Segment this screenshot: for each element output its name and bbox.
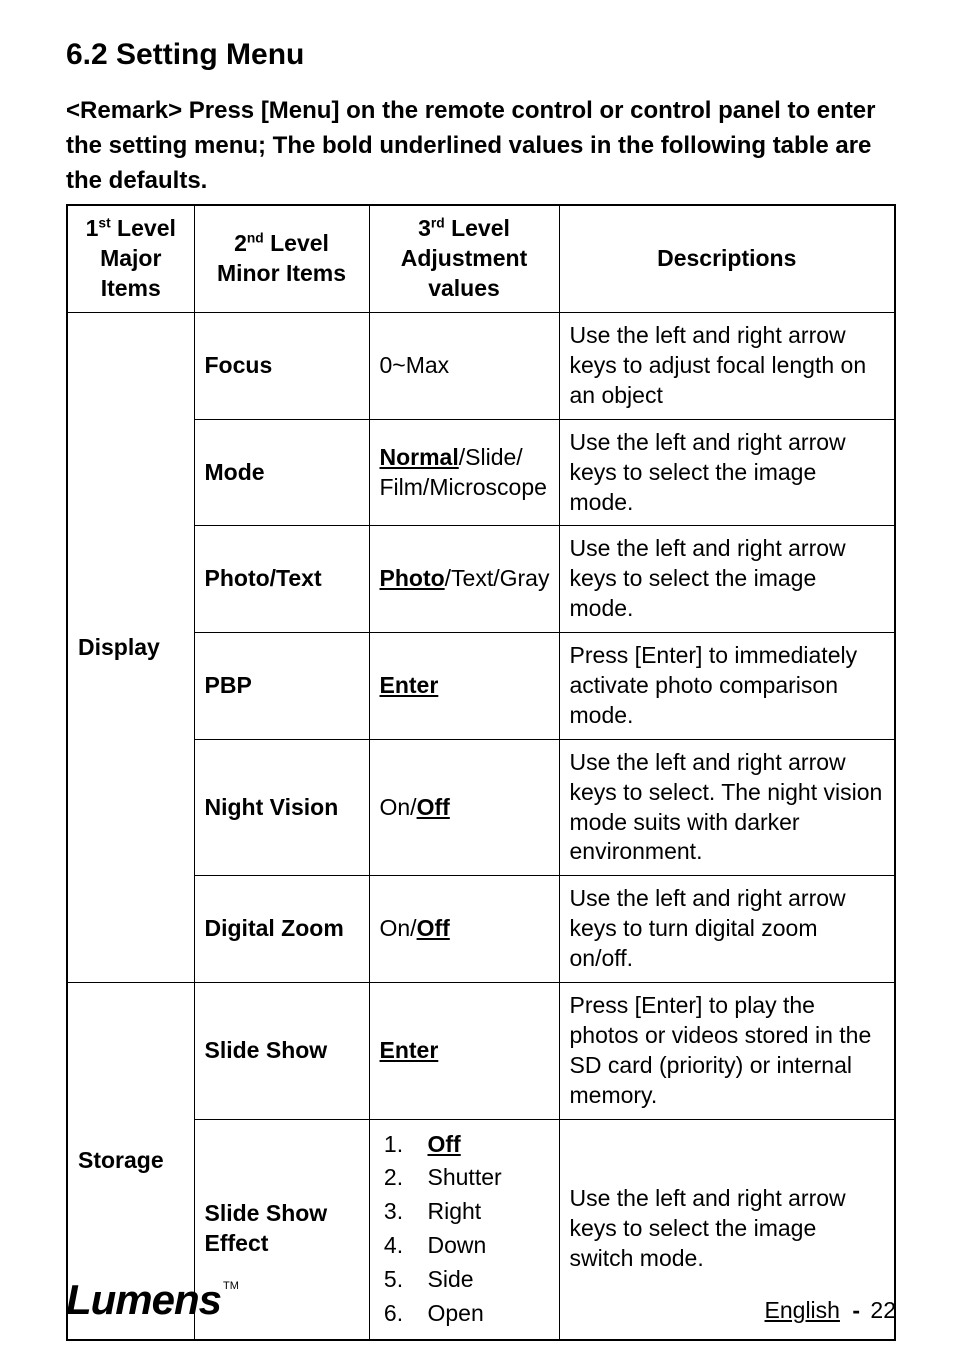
description-cell: Press [Enter] to play the photos or vide… [559, 982, 895, 1119]
major-cell-display: Display [67, 313, 194, 983]
header-sup: nd [247, 231, 264, 246]
table-row: Storage Slide Show Enter Press [Enter] t… [67, 982, 895, 1119]
adjustment-cell: Photo/Text/Gray [369, 526, 559, 633]
language-label: English [765, 1297, 840, 1323]
adj-option: Shutter [428, 1164, 502, 1190]
adjustment-cell: On/Off [369, 876, 559, 983]
adjustment-cell: Enter [369, 982, 559, 1119]
header-text: 2 [234, 230, 247, 256]
minor-cell: Night Vision [194, 739, 369, 876]
col-header-major: 1st Level Major Items [67, 205, 194, 312]
adj-plain: 0~Max [380, 352, 450, 378]
header-sup: rd [431, 216, 445, 231]
list-item: Down [410, 1229, 549, 1263]
col-header-description: Descriptions [559, 205, 895, 312]
minor-cell: Focus [194, 313, 369, 420]
document-page: 6.2 Setting Menu <Remark> Press [Menu] o… [0, 0, 954, 1354]
adj-plain: On/ [380, 794, 417, 820]
page-num: 22 [870, 1297, 896, 1323]
dash: - [846, 1297, 866, 1323]
adj-default: Enter [380, 672, 439, 698]
adj-default: Off [417, 915, 450, 941]
description-cell: Press [Enter] to immediately activate ph… [559, 633, 895, 740]
adj-default: Normal [380, 444, 459, 470]
header-text: 3 [418, 215, 431, 241]
page-number: English - 22 [765, 1297, 896, 1324]
adj-default: Off [417, 794, 450, 820]
adj-plain: On/ [380, 915, 417, 941]
adj-plain: /Text/Gray [445, 565, 550, 591]
list-item: Right [410, 1195, 549, 1229]
table-row: Display Focus 0~Max Use the left and rig… [67, 313, 895, 420]
col-header-adjustment: 3rd Level Adjustment values [369, 205, 559, 312]
adj-default: Enter [380, 1037, 439, 1063]
trademark-symbol: TM [223, 1280, 239, 1292]
page-footer: LumensTM English - 22 [66, 1276, 896, 1324]
minor-cell: Slide Show [194, 982, 369, 1119]
header-sup: st [98, 216, 110, 231]
settings-tbody: Display Focus 0~Max Use the left and rig… [67, 313, 895, 1340]
settings-table: 1st Level Major Items 2nd Level Minor It… [66, 204, 896, 1341]
list-item: Shutter [410, 1161, 549, 1195]
header-text: 1 [86, 215, 99, 241]
adjustment-cell: 0~Max [369, 313, 559, 420]
adj-option: Right [428, 1198, 482, 1224]
adjustment-cell: On/Off [369, 739, 559, 876]
minor-cell: Digital Zoom [194, 876, 369, 983]
minor-cell: Photo/Text [194, 526, 369, 633]
col-header-minor: 2nd Level Minor Items [194, 205, 369, 312]
adj-default: Off [428, 1131, 461, 1157]
brand-logo: LumensTM [66, 1276, 237, 1324]
list-item: Off [410, 1128, 549, 1162]
adj-option: Down [428, 1232, 487, 1258]
adj-default: Photo [380, 565, 445, 591]
brand-logo-text: Lumens [66, 1276, 221, 1323]
description-cell: Use the left and right arrow keys to tur… [559, 876, 895, 983]
remark-paragraph: <Remark> Press [Menu] on the remote cont… [66, 94, 896, 198]
minor-cell: PBP [194, 633, 369, 740]
description-cell: Use the left and right arrow keys to sel… [559, 739, 895, 876]
header-text: Level Major Items [100, 215, 176, 301]
table-header-row: 1st Level Major Items 2nd Level Minor It… [67, 205, 895, 312]
description-cell: Use the left and right arrow keys to sel… [559, 526, 895, 633]
adjustment-cell: Enter [369, 633, 559, 740]
section-heading: 6.2 Setting Menu [66, 38, 896, 72]
description-cell: Use the left and right arrow keys to sel… [559, 419, 895, 526]
minor-cell: Mode [194, 419, 369, 526]
description-cell: Use the left and right arrow keys to adj… [559, 313, 895, 420]
adjustment-cell: Normal/Slide/ Film/Microscope [369, 419, 559, 526]
